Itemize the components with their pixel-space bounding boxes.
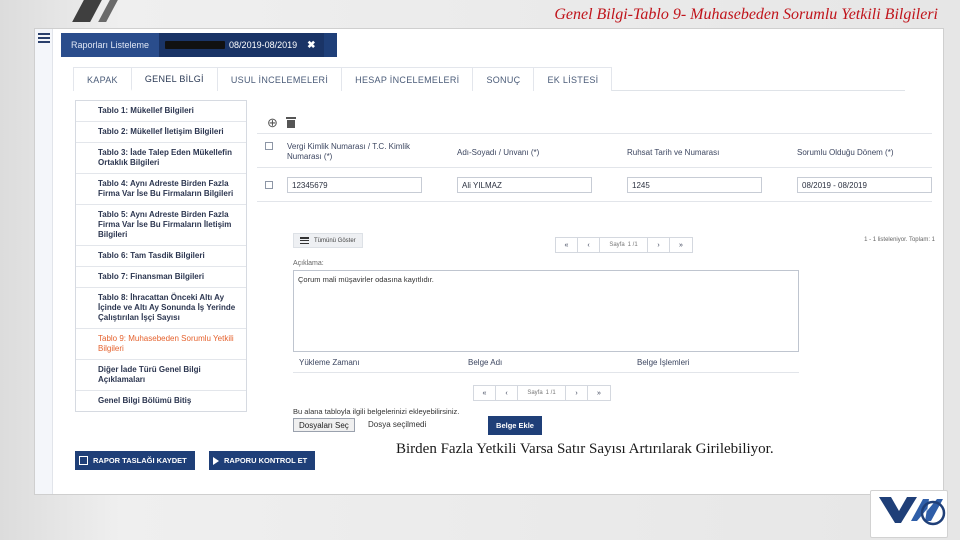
header-divider <box>257 167 932 168</box>
doc-header-name: Belge Adı <box>468 358 503 367</box>
vkn-field[interactable]: 12345679 <box>287 177 422 193</box>
menu-item-tablo-5[interactable]: Tablo 5: Aynı Adreste Birden Fazla Firma… <box>76 205 246 246</box>
slide-note: Birden Fazla Yetkili Varsa Satır Sayısı … <box>396 441 774 457</box>
tab-report-list[interactable]: Raporları Listeleme <box>61 33 160 57</box>
table-top-border <box>257 133 932 134</box>
description-textarea[interactable]: Çorum mali müşavirler odasına kayıtlıdır… <box>293 270 799 352</box>
menu-item-tablo-9[interactable]: Tablo 9: Muhasebeden Sorumlu Yetkili Bil… <box>76 329 246 360</box>
check-report-button[interactable]: RAPORU KONTROL ET <box>209 451 316 470</box>
next-page-icon[interactable]: › <box>648 238 670 252</box>
add-document-button[interactable]: Belge Ekle <box>488 416 542 435</box>
decorative-stripe <box>98 0 118 22</box>
menu-item-bolum-bitis[interactable]: Genel Bilgi Bölümü Bitiş <box>76 391 246 411</box>
header-vkn: Vergi Kimlik Numarası / T.C. Kimlik Numa… <box>287 142 410 161</box>
menu-item-tablo-8[interactable]: Tablo 8: İhracattan Önceki Altı Ay İçind… <box>76 288 246 329</box>
play-icon <box>213 456 219 465</box>
menu-item-diger-iade[interactable]: Diğer İade Türü Genel Bilgi Açıklamaları <box>76 360 246 391</box>
first-page-icon[interactable]: « <box>474 386 496 400</box>
page-label: Sayfa <box>527 390 543 396</box>
redacted-text <box>165 41 226 49</box>
tab-genel-bilgi[interactable]: GENEL BİLGİ <box>130 67 218 91</box>
table-menu: Tablo 1: Mükellef Bilgileri Tablo 2: Mük… <box>75 100 247 412</box>
organization-logo <box>870 490 948 538</box>
decorative-stripe <box>72 0 102 22</box>
table-9-content: ⊕ Vergi Kimlik Numarası / T.C. Kimlik Nu… <box>257 109 937 449</box>
doc-header-actions: Belge İşlemleri <box>637 358 690 367</box>
doc-header-upload-time: Yükleme Zamanı <box>299 358 360 367</box>
tab-hesap-incelemeleri[interactable]: HESAP İNCELEMELERİ <box>341 67 474 91</box>
side-rail <box>35 29 53 494</box>
page-indicator[interactable]: Sayfa 1 /1 <box>518 386 566 400</box>
menu-item-tablo-1[interactable]: Tablo 1: Mükellef Bilgileri <box>76 101 246 122</box>
close-icon[interactable]: ✖ <box>307 40 315 51</box>
page-value: 1 /1 <box>545 390 556 396</box>
header-license: Ruhsat Tarih ve Numarası <box>627 148 720 157</box>
tab-sonuc[interactable]: SONUÇ <box>472 67 535 91</box>
tab-active-report[interactable]: 08/2019-08/2019 ✖ <box>159 33 324 57</box>
select-all-checkbox[interactable] <box>265 142 273 150</box>
choose-files-button[interactable]: Dosyaları Seç <box>293 418 355 432</box>
upload-note: Bu alana tabloyla ilgili belgelerinizi e… <box>293 407 460 416</box>
doc-header-divider <box>293 372 799 373</box>
section-tabs: KAPAK GENEL BİLGİ USUL İNCELEMELERİ HESA… <box>73 67 905 91</box>
logo-mark-icon <box>879 497 946 526</box>
tab-usul-incelemeleri[interactable]: USUL İNCELEMELERİ <box>216 67 343 91</box>
next-page-icon[interactable]: › <box>566 386 588 400</box>
prev-page-icon[interactable]: ‹ <box>578 238 600 252</box>
table-pager: « ‹ Sayfa 1 /1 › » <box>555 237 693 253</box>
show-all-label: Tümünü Göster <box>314 237 356 244</box>
check-report-label: RAPORU KONTROL ET <box>224 456 308 465</box>
save-draft-label: RAPOR TASLAĞI KAYDET <box>93 456 187 465</box>
header-period: Sorumlu Olduğu Dönem (*) <box>797 148 894 157</box>
menu-item-tablo-4[interactable]: Tablo 4: Aynı Adreste Birden Fazla Firma… <box>76 174 246 205</box>
save-icon <box>79 456 88 465</box>
show-all-button[interactable]: Tümünü Göster <box>293 233 363 248</box>
tab-kapak[interactable]: KAPAK <box>73 67 132 91</box>
report-topbar: Raporları Listeleme 08/2019-08/2019 ✖ <box>61 33 337 57</box>
first-page-icon[interactable]: « <box>556 238 578 252</box>
file-status: Dosya seçilmedi <box>368 420 427 429</box>
page-value: 1 /1 <box>627 242 638 248</box>
last-page-icon[interactable]: » <box>670 238 692 252</box>
save-draft-button[interactable]: RAPOR TASLAĞI KAYDET <box>75 451 195 470</box>
license-field[interactable]: 1245 <box>627 177 762 193</box>
menu-item-tablo-6[interactable]: Tablo 6: Tam Tasdik Bilgileri <box>76 246 246 267</box>
row-checkbox[interactable] <box>265 181 273 189</box>
slide-title: Genel Bilgi-Tablo 9- Muhasebeden Sorumlu… <box>554 6 938 23</box>
last-page-icon[interactable]: » <box>588 386 610 400</box>
app-window: Raporları Listeleme 08/2019-08/2019 ✖ KA… <box>34 28 944 495</box>
header-name: Adı-Soyadı / Unvanı (*) <box>457 148 540 157</box>
active-report-period: 08/2019-08/2019 <box>229 40 298 50</box>
list-icon <box>300 237 309 245</box>
period-field[interactable]: 08/2019 - 08/2019 <box>797 177 932 193</box>
page-indicator[interactable]: Sayfa 1 /1 <box>600 238 648 252</box>
add-row-icon[interactable]: ⊕ <box>267 115 278 131</box>
document-pager: « ‹ Sayfa 1 /1 › » <box>473 385 611 401</box>
row-actions: ⊕ <box>267 115 296 131</box>
description-label: Açıklama: <box>293 260 324 267</box>
tab-ek-listesi[interactable]: EK LİSTESİ <box>533 67 613 91</box>
page-label: Sayfa <box>609 242 625 248</box>
menu-item-tablo-3[interactable]: Tablo 3: İade Talep Eden Mükellefin Orta… <box>76 143 246 174</box>
hamburger-menu-icon[interactable] <box>38 33 50 43</box>
prev-page-icon[interactable]: ‹ <box>496 386 518 400</box>
record-count: 1 - 1 listeleniyor. Toplam: 1 <box>864 237 935 243</box>
delete-row-icon[interactable] <box>285 117 296 128</box>
name-field[interactable]: Ali YILMAZ <box>457 177 592 193</box>
menu-item-tablo-2[interactable]: Tablo 2: Mükellef İletişim Bilgileri <box>76 122 246 143</box>
menu-item-tablo-7[interactable]: Tablo 7: Finansman Bilgileri <box>76 267 246 288</box>
row-divider <box>257 201 932 202</box>
